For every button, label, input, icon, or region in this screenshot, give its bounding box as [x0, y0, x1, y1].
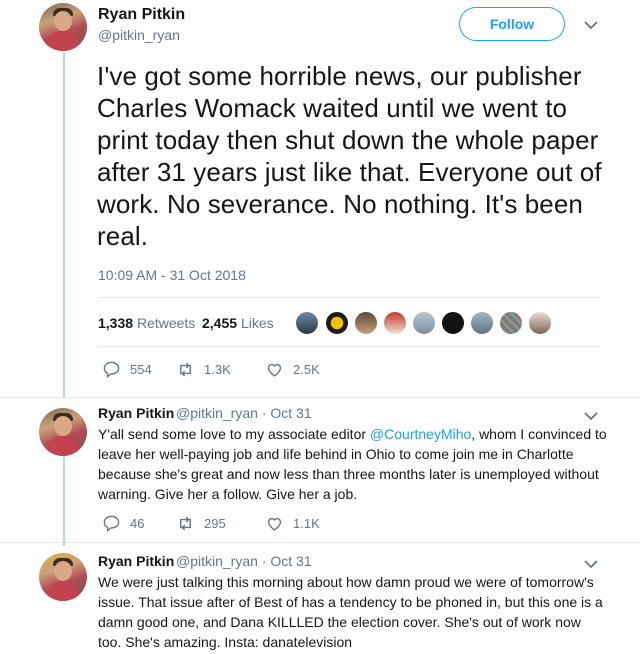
like-button[interactable]: 1.1K: [265, 514, 320, 533]
author-handle[interactable]: @pitkin_ryan: [176, 553, 258, 569]
author-name[interactable]: Ryan Pitkin: [98, 405, 174, 421]
like-count: 2.5K: [293, 362, 320, 377]
author-handle[interactable]: @pitkin_ryan: [176, 405, 258, 421]
liker-avatar[interactable]: [411, 310, 437, 336]
chevron-down-icon[interactable]: [582, 557, 600, 571]
retweet-count: 1.3K: [204, 362, 231, 377]
retweet-button[interactable]: 295: [176, 514, 265, 533]
reply-date[interactable]: · Oct 31: [262, 553, 312, 569]
reply-text: Y'all send some love to my associate edi…: [98, 424, 608, 504]
avatar[interactable]: [39, 553, 87, 601]
reply-meta: @pitkin_ryan · Oct 31: [176, 405, 312, 421]
tweet-timestamp[interactable]: 10:09 AM - 31 Oct 2018: [98, 267, 246, 283]
thread-line: [63, 456, 65, 546]
liker-avatar[interactable]: [294, 310, 320, 336]
likes-count: 2,455: [202, 315, 238, 331]
chevron-down-icon[interactable]: [582, 409, 600, 423]
follow-button[interactable]: Follow: [459, 7, 565, 41]
retweet-icon: [180, 516, 191, 531]
tweet-actions: 46 295 1.1K: [102, 514, 320, 533]
retweet-icon: [180, 362, 191, 377]
retweets-stat[interactable]: 1,338 Retweets: [98, 315, 195, 331]
likes-label: Likes: [240, 315, 274, 331]
liker-avatar[interactable]: [353, 310, 379, 336]
mention-link[interactable]: @CourtneyMiho: [370, 426, 471, 442]
reply-button[interactable]: 46: [102, 514, 166, 533]
main-tweet: Ryan Pitkin @pitkin_ryan Follow I've got…: [0, 0, 640, 398]
reply-text-before: Y'all send some love to my associate edi…: [98, 426, 370, 442]
reply-text: We were just talking this morning about …: [98, 574, 603, 650]
reply-date[interactable]: · Oct 31: [262, 405, 312, 421]
reply-button[interactable]: 554: [102, 360, 166, 379]
reply-icon: [103, 515, 120, 533]
author-name[interactable]: Ryan Pitkin: [98, 553, 174, 569]
liker-avatar[interactable]: [382, 310, 408, 336]
reply-meta: @pitkin_ryan · Oct 31: [176, 553, 312, 569]
liker-avatar[interactable]: [469, 310, 495, 336]
reply-tweet[interactable]: Ryan Pitkin @pitkin_ryan · Oct 31 Y'all …: [0, 398, 640, 543]
author-name[interactable]: Ryan Pitkin: [98, 6, 185, 24]
liker-avatar[interactable]: [527, 310, 553, 336]
reply-icon: [103, 361, 120, 379]
heart-icon: [267, 517, 282, 531]
liker-avatar[interactable]: [440, 310, 466, 336]
thread-line: [63, 52, 65, 398]
tweet-text: I've got some horrible news, our publish…: [97, 61, 602, 251]
heart-icon: [267, 363, 282, 377]
liker-avatar[interactable]: [324, 310, 350, 336]
avatar[interactable]: [39, 3, 87, 51]
tweet-actions: 554 1.3K 2.5K: [102, 360, 320, 379]
stats-bar: 1,338 Retweets 2,455 Likes: [98, 297, 600, 347]
retweets-count: 1,338: [98, 315, 134, 331]
reply-count: 554: [130, 362, 152, 377]
reply-count: 46: [130, 516, 145, 531]
like-count: 1.1K: [293, 516, 320, 531]
liker-avatar[interactable]: [498, 310, 524, 336]
likes-stat[interactable]: 2,455 Likes: [202, 315, 274, 331]
chevron-down-icon[interactable]: [582, 18, 600, 32]
retweet-count: 295: [204, 516, 226, 531]
reply-tweet[interactable]: Ryan Pitkin @pitkin_ryan · Oct 31 We wer…: [0, 543, 640, 654]
retweets-label: Retweets: [136, 315, 196, 331]
retweet-button[interactable]: 1.3K: [176, 360, 265, 379]
author-handle[interactable]: @pitkin_ryan: [98, 27, 180, 43]
like-button[interactable]: 2.5K: [265, 360, 320, 379]
avatar[interactable]: [39, 408, 87, 456]
